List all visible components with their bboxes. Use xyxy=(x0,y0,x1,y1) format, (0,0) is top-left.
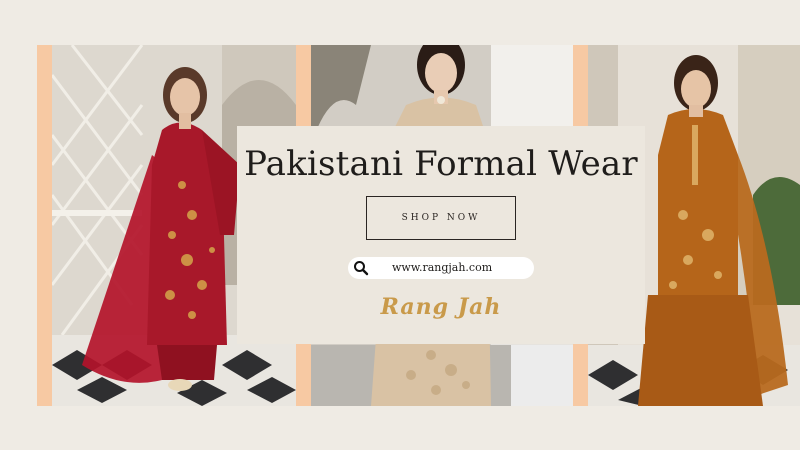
website-url: www.rangjah.com xyxy=(392,261,493,274)
banner-title: Pakistani Formal Wear xyxy=(244,144,638,184)
shop-now-button[interactable]: SHOP NOW xyxy=(366,196,516,240)
promo-card: Pakistani Formal Wear SHOP NOW www.rangj… xyxy=(237,126,645,344)
search-icon xyxy=(353,260,369,276)
website-search-bar[interactable]: www.rangjah.com xyxy=(348,257,534,279)
brand-logo: Rang Jah xyxy=(380,294,502,320)
